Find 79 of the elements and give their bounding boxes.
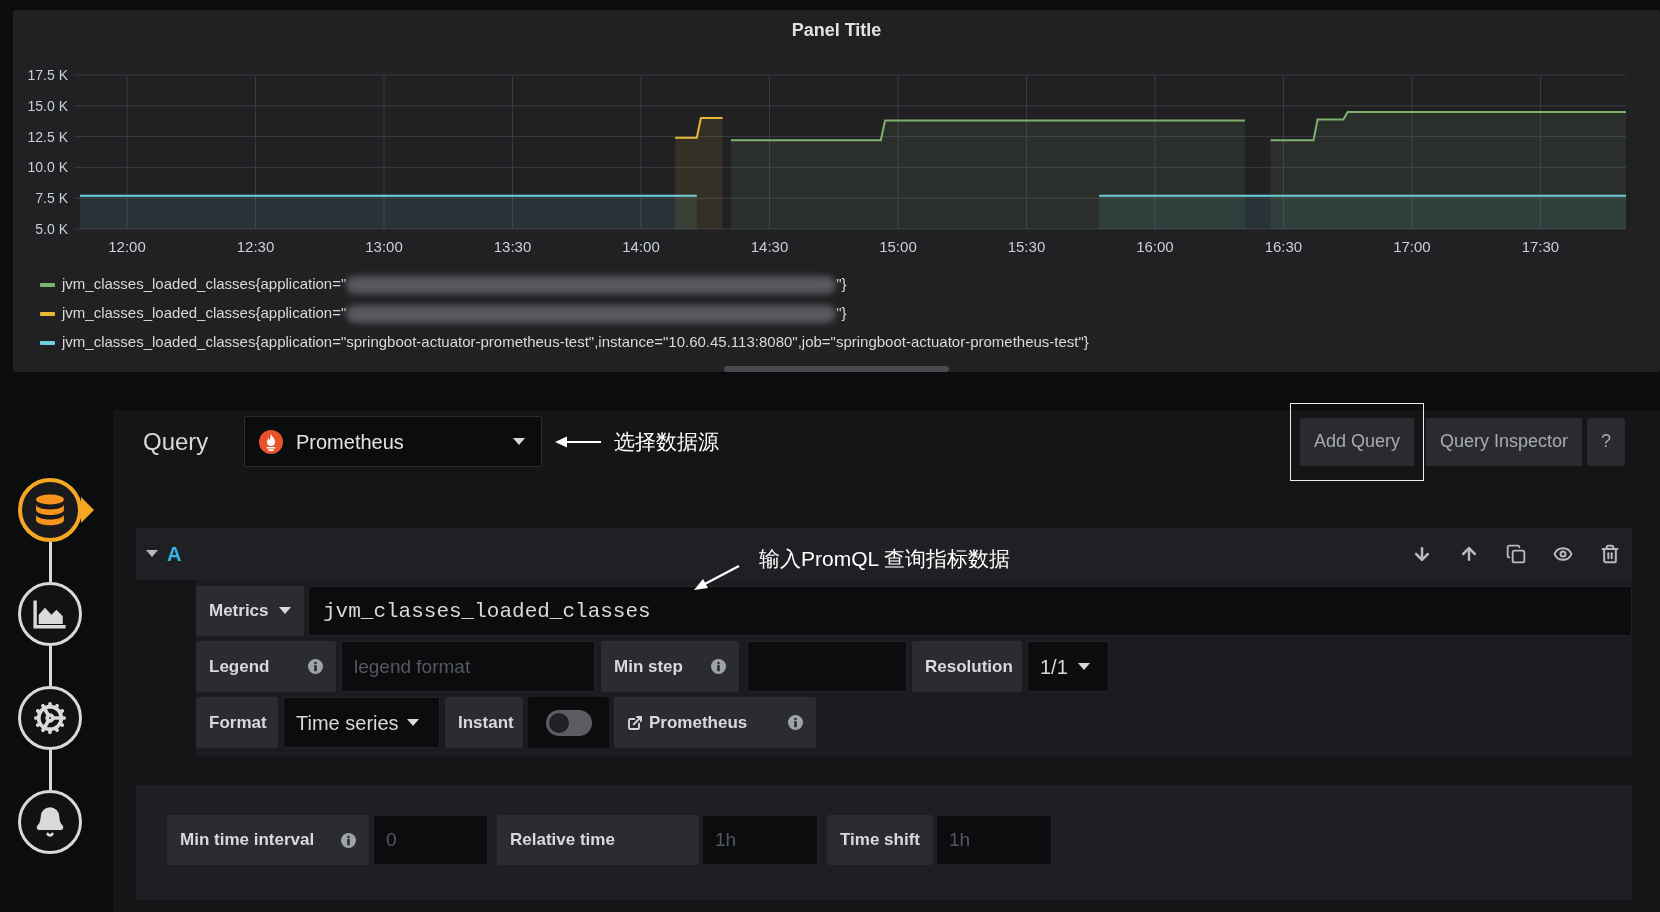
- toolbar-button[interactable]: ?: [1587, 417, 1625, 466]
- y-tick-label: 17.5 K: [27, 67, 68, 83]
- time-shift-input[interactable]: 1h: [936, 815, 1052, 865]
- x-tick-label: 16:00: [1136, 238, 1174, 255]
- format-select[interactable]: Time series: [283, 697, 440, 748]
- panel-title: Panel Title: [791, 19, 882, 41]
- y-tick-label: 7.5 K: [35, 190, 68, 207]
- field-label: Legend: [209, 655, 270, 678]
- external-link-icon: [627, 714, 643, 731]
- toggle-switch[interactable]: [528, 697, 609, 748]
- database-icon: [33, 494, 67, 526]
- caret-icon: [1077, 662, 1090, 671]
- field-label: Min step: [614, 655, 683, 678]
- min-step-input[interactable]: [747, 641, 907, 692]
- legend-label[interactable]: jvm_classes_loaded_classes{application=": [62, 302, 347, 325]
- bell-icon: [34, 806, 66, 838]
- min-interval-input[interactable]: 0: [373, 815, 488, 865]
- x-tick-label: 12:00: [108, 238, 146, 255]
- toolbar-button[interactable]: Add Query: [1299, 417, 1414, 466]
- caret-icon: [278, 607, 291, 615]
- caret-icon: [513, 437, 525, 446]
- query-input[interactable]: jvm_classes_loaded_classes: [308, 586, 1632, 636]
- flame-icon: [259, 429, 283, 454]
- section-title: Query: [143, 426, 210, 457]
- sidebar-button[interactable]: [18, 478, 82, 542]
- arrow-down-icon[interactable]: [1412, 544, 1432, 564]
- metrics-dropdown[interactable]: Metrics: [196, 586, 304, 636]
- x-tick-label: 13:30: [493, 238, 532, 255]
- trash-icon[interactable]: [1600, 544, 1620, 564]
- legend-input[interactable]: legend format: [341, 641, 595, 692]
- info-icon: [788, 715, 803, 730]
- sidebar-button[interactable]: [18, 582, 82, 646]
- field-label: Min time interval: [180, 829, 315, 852]
- x-tick-label: 13:00: [365, 238, 403, 255]
- annotation-text: 选择数据源: [614, 428, 719, 455]
- field-label: Instant: [445, 697, 523, 748]
- sidebar-button[interactable]: [18, 686, 82, 750]
- y-tick-label: 10.0 K: [27, 159, 68, 176]
- x-tick-label: 15:30: [1007, 238, 1046, 255]
- y-tick-label: 15.0 K: [27, 97, 68, 114]
- x-tick-label: 12:30: [236, 238, 275, 255]
- x-tick-label: 14:00: [622, 238, 660, 255]
- x-tick-label: 17:30: [1521, 238, 1560, 255]
- annotation-text: 输入PromQL 查询指标数据: [759, 546, 1011, 572]
- resolution-select[interactable]: 1/1: [1027, 641, 1109, 692]
- prometheus-link[interactable]: Prometheus: [649, 709, 748, 736]
- eye-icon[interactable]: [1553, 544, 1573, 564]
- x-tick-label: 15:00: [879, 238, 917, 255]
- info-icon: [341, 832, 356, 848]
- x-tick-label: 17:00: [1393, 238, 1431, 255]
- scrollbar-handle[interactable]: [724, 366, 949, 372]
- caret-icon: [406, 718, 419, 727]
- y-tick-label: 5.0 K: [35, 221, 68, 237]
- field-label: Resolution: [912, 641, 1022, 692]
- toolbar-button[interactable]: Query Inspector: [1425, 417, 1582, 466]
- query-ref-label[interactable]: A: [167, 539, 182, 569]
- legend-label[interactable]: "}: [836, 302, 847, 325]
- info-icon: [308, 659, 323, 674]
- field-label: Format: [196, 697, 278, 748]
- field-label: Relative time: [497, 815, 699, 865]
- annotation-arrow: [555, 435, 601, 448]
- info-icon: [711, 659, 726, 674]
- gear-icon: [33, 701, 67, 735]
- annotation-arrow: [694, 565, 740, 591]
- field-label: Time shift: [827, 815, 933, 865]
- y-tick-label: 12.5 K: [27, 128, 68, 145]
- sidebar-button[interactable]: [18, 790, 82, 854]
- copy-icon[interactable]: [1506, 544, 1526, 564]
- relative-time-input[interactable]: 1h: [702, 815, 818, 865]
- legend-label[interactable]: "}: [836, 273, 847, 296]
- datasource-select[interactable]: Prometheus: [244, 416, 542, 467]
- x-tick-label: 14:30: [750, 238, 789, 255]
- pointer-icon: [81, 497, 94, 523]
- x-tick-label: 16:30: [1264, 238, 1303, 255]
- caret-icon[interactable]: [146, 550, 158, 558]
- legend-label[interactable]: jvm_classes_loaded_classes{application="springboot-actuator-prometheus-test",instance="10.60.45.113:8080",job="springboot-actuator-prometheus-test"}: [62, 331, 1089, 354]
- legend-label[interactable]: jvm_classes_loaded_classes{application=": [62, 273, 347, 296]
- arrow-up-icon[interactable]: [1459, 544, 1479, 564]
- area-chart-icon: [33, 599, 67, 629]
